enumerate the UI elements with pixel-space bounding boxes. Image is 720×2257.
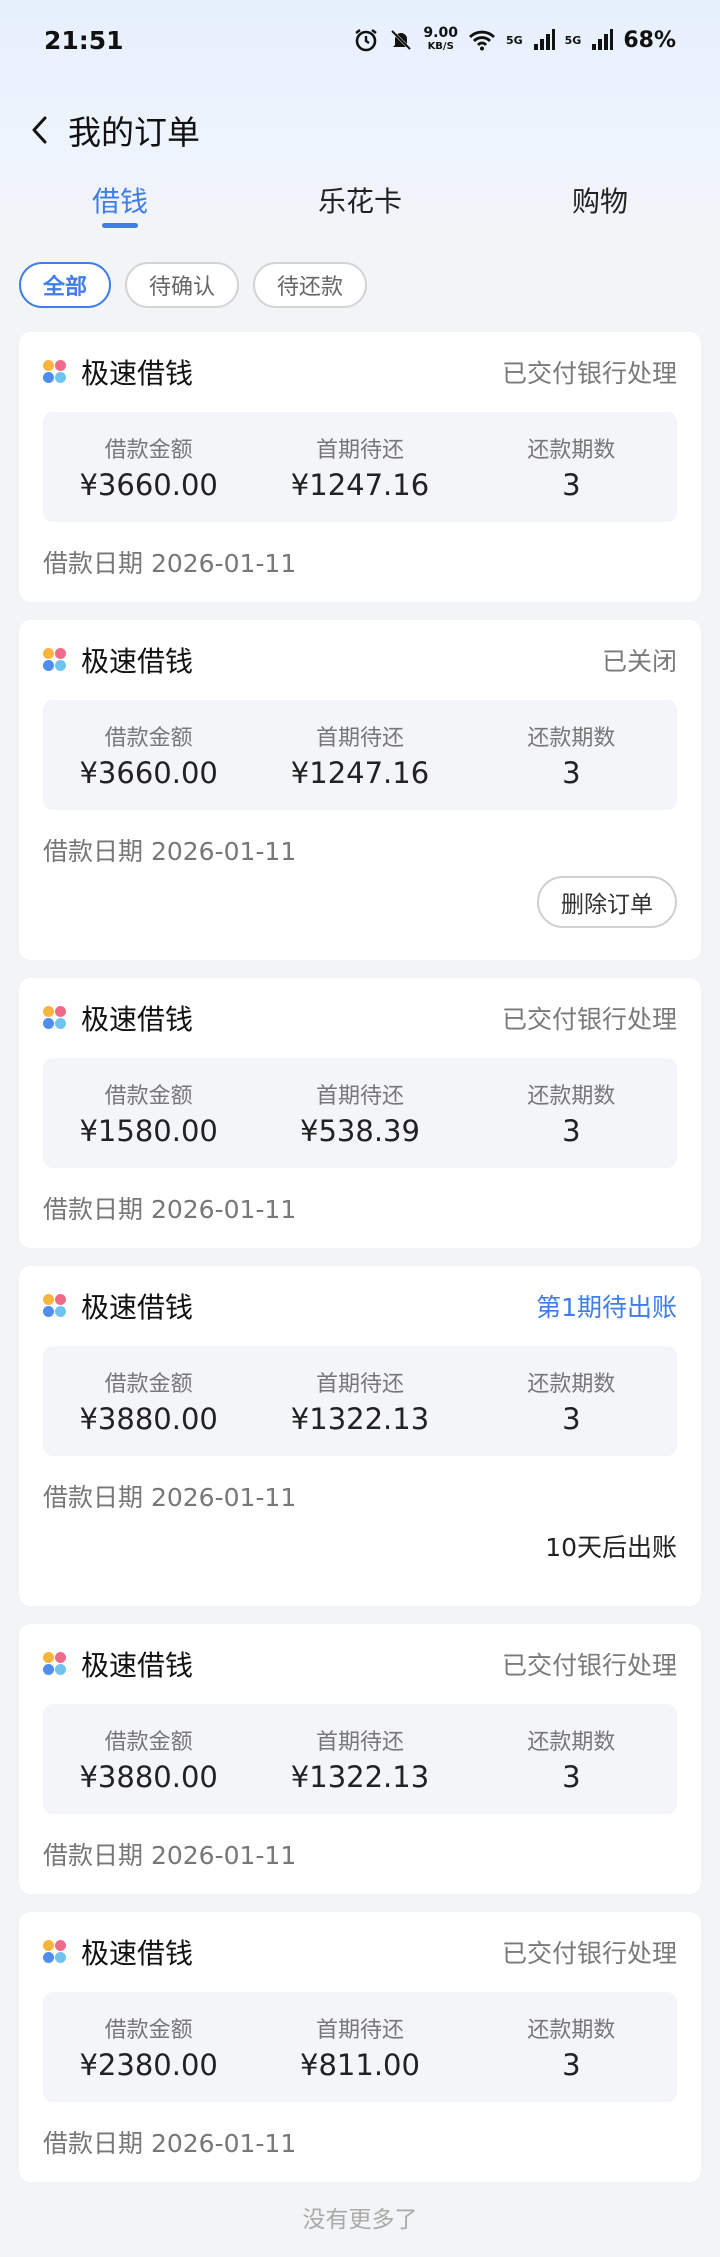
order-stats: 借款金额 ¥1580.00 首期待还 ¥538.39 还款期数 3 (43, 1058, 677, 1168)
first-due-value: ¥538.39 (300, 1114, 420, 1148)
billing-note: 10天后出账 (545, 1533, 677, 1562)
periods-value: 3 (562, 468, 581, 502)
loan-date: 借款日期 2026-01-11 (43, 549, 297, 578)
amount-value: ¥2380.00 (79, 2048, 218, 2082)
amount-value: ¥3660.00 (79, 468, 218, 502)
order-status: 已交付银行处理 (501, 1651, 677, 1680)
page-title: 我的订单 (68, 113, 200, 152)
periods-value: 3 (562, 1402, 581, 1436)
product-name: 极速借钱 (81, 357, 194, 390)
first-due-value: ¥1322.13 (290, 1760, 430, 1794)
amount-label: 借款金额 (104, 1372, 193, 1397)
order-status: 已交付银行处理 (501, 1005, 677, 1034)
filter-chips: 全部 待确认 待还款 (0, 262, 720, 312)
first-due-label: 首期待还 (315, 438, 404, 463)
tab-lehua-card[interactable]: 乐花卡 (240, 172, 480, 232)
product-name: 极速借钱 (81, 1003, 194, 1036)
amount-value: ¥3880.00 (79, 1402, 218, 1436)
periods-value: 3 (562, 1114, 581, 1148)
status-icons: 9.00 KB/S 5G 5G 68% (353, 25, 676, 53)
wifi-icon (468, 29, 496, 51)
signal-bars-icon (533, 29, 555, 51)
signal-icon-2: 5G (564, 33, 582, 47)
first-due-value: ¥811.00 (300, 2048, 420, 2082)
order-status: 已交付银行处理 (501, 1939, 677, 1968)
nav-bar: 我的订单 (0, 98, 720, 162)
order-stats: 借款金额 ¥3660.00 首期待还 ¥1247.16 还款期数 3 (43, 700, 677, 810)
back-arrow-icon[interactable] (26, 112, 52, 148)
periods-label: 还款期数 (527, 726, 616, 751)
filter-pending-confirm[interactable]: 待确认 (125, 262, 240, 308)
order-card[interactable]: 极速借钱 已交付银行处理 借款金额 ¥1580.00 首期待还 ¥538.39 还款… (19, 978, 701, 1248)
order-stats: 借款金额 ¥2380.00 首期待还 ¥811.00 还款期数 3 (43, 1992, 677, 2102)
product-name: 极速借钱 (81, 1937, 194, 1970)
product-logo-icon (43, 360, 67, 384)
order-status: 已交付银行处理 (501, 359, 677, 388)
first-due-value: ¥1322.13 (290, 1402, 430, 1436)
order-card[interactable]: 极速借钱 已交付银行处理 借款金额 ¥3880.00 首期待还 ¥1322.13 还… (19, 1624, 701, 1894)
filter-pending-repay[interactable]: 待还款 (253, 262, 368, 308)
signal-icon: 5G (505, 33, 523, 47)
product-logo-icon (43, 648, 67, 672)
product-name: 极速借钱 (81, 1291, 194, 1324)
first-due-label: 首期待还 (315, 1084, 404, 1109)
order-status: 已关闭 (601, 647, 677, 676)
amount-label: 借款金额 (104, 1730, 193, 1755)
status-bar: 21:51 9.00 KB/S 5G 5G 68% (0, 0, 720, 80)
list-end-text: 没有更多了 (302, 2207, 418, 2233)
amount-value: ¥3660.00 (79, 756, 218, 790)
product-name: 极速借钱 (81, 645, 194, 678)
status-time: 21:51 (44, 25, 124, 55)
order-stats: 借款金额 ¥3880.00 首期待还 ¥1322.13 还款期数 3 (43, 1704, 677, 1814)
order-card[interactable]: 极速借钱 第1期待出账 借款金额 ¥3880.00 首期待还 ¥1322.13 还款… (19, 1266, 701, 1606)
loan-date: 借款日期 2026-01-11 (43, 1841, 297, 1870)
delete-order-button[interactable]: 删除订单 (537, 876, 677, 928)
product-logo-icon (43, 1652, 67, 1676)
first-due-label: 首期待还 (315, 2018, 404, 2043)
alarm-icon (353, 27, 379, 53)
first-due-label: 首期待还 (315, 1372, 404, 1397)
order-card[interactable]: 极速借钱 已交付银行处理 借款金额 ¥3660.00 首期待还 ¥1247.16 还… (19, 332, 701, 602)
amount-value: ¥3880.00 (79, 1760, 218, 1794)
category-tabs: 借钱 乐花卡 购物 (0, 172, 720, 232)
periods-label: 还款期数 (527, 2018, 616, 2043)
product-logo-icon (43, 1294, 67, 1318)
tab-borrow[interactable]: 借钱 (0, 172, 240, 232)
periods-value: 3 (562, 1760, 581, 1794)
order-card[interactable]: 极速借钱 已关闭 借款金额 ¥3660.00 首期待还 ¥1247.16 还款期数 3… (19, 620, 701, 960)
order-card[interactable]: 极速借钱 已交付银行处理 借款金额 ¥2380.00 首期待还 ¥811.00 还款… (19, 1912, 701, 2182)
battery-level: 68% (623, 27, 676, 53)
loan-date: 借款日期 2026-01-11 (43, 2129, 297, 2158)
filter-all[interactable]: 全部 (19, 262, 112, 308)
amount-label: 借款金额 (104, 438, 193, 463)
order-stats: 借款金额 ¥3880.00 首期待还 ¥1322.13 还款期数 3 (43, 1346, 677, 1456)
periods-value: 3 (562, 756, 581, 790)
first-due-label: 首期待还 (315, 1730, 404, 1755)
first-due-value: ¥1247.16 (290, 756, 430, 790)
amount-label: 借款金额 (104, 2018, 193, 2043)
tab-shopping[interactable]: 购物 (480, 172, 720, 232)
first-due-label: 首期待还 (315, 726, 404, 751)
loan-date: 借款日期 2026-01-11 (43, 1483, 297, 1512)
product-logo-icon (43, 1940, 67, 1964)
signal-bars-icon-2 (591, 29, 614, 51)
net-speed: 9.00 KB/S (423, 25, 458, 52)
tab-active-indicator (102, 223, 138, 228)
periods-value: 3 (562, 2048, 581, 2082)
periods-label: 还款期数 (527, 1372, 616, 1397)
mute-bell-icon (389, 28, 413, 52)
first-due-value: ¥1247.16 (290, 468, 430, 502)
loan-date: 借款日期 2026-01-11 (43, 1195, 297, 1224)
product-logo-icon (43, 1006, 67, 1030)
periods-label: 还款期数 (527, 1730, 616, 1755)
order-status: 第1期待出账 (536, 1293, 677, 1322)
order-list: 极速借钱 已交付银行处理 借款金额 ¥3660.00 首期待还 ¥1247.16 还… (19, 332, 701, 2200)
product-name: 极速借钱 (81, 1649, 194, 1682)
periods-label: 还款期数 (527, 1084, 616, 1109)
amount-label: 借款金额 (104, 1084, 193, 1109)
amount-label: 借款金额 (104, 726, 193, 751)
order-stats: 借款金额 ¥3660.00 首期待还 ¥1247.16 还款期数 3 (43, 412, 677, 522)
periods-label: 还款期数 (527, 438, 616, 463)
amount-value: ¥1580.00 (79, 1114, 218, 1148)
